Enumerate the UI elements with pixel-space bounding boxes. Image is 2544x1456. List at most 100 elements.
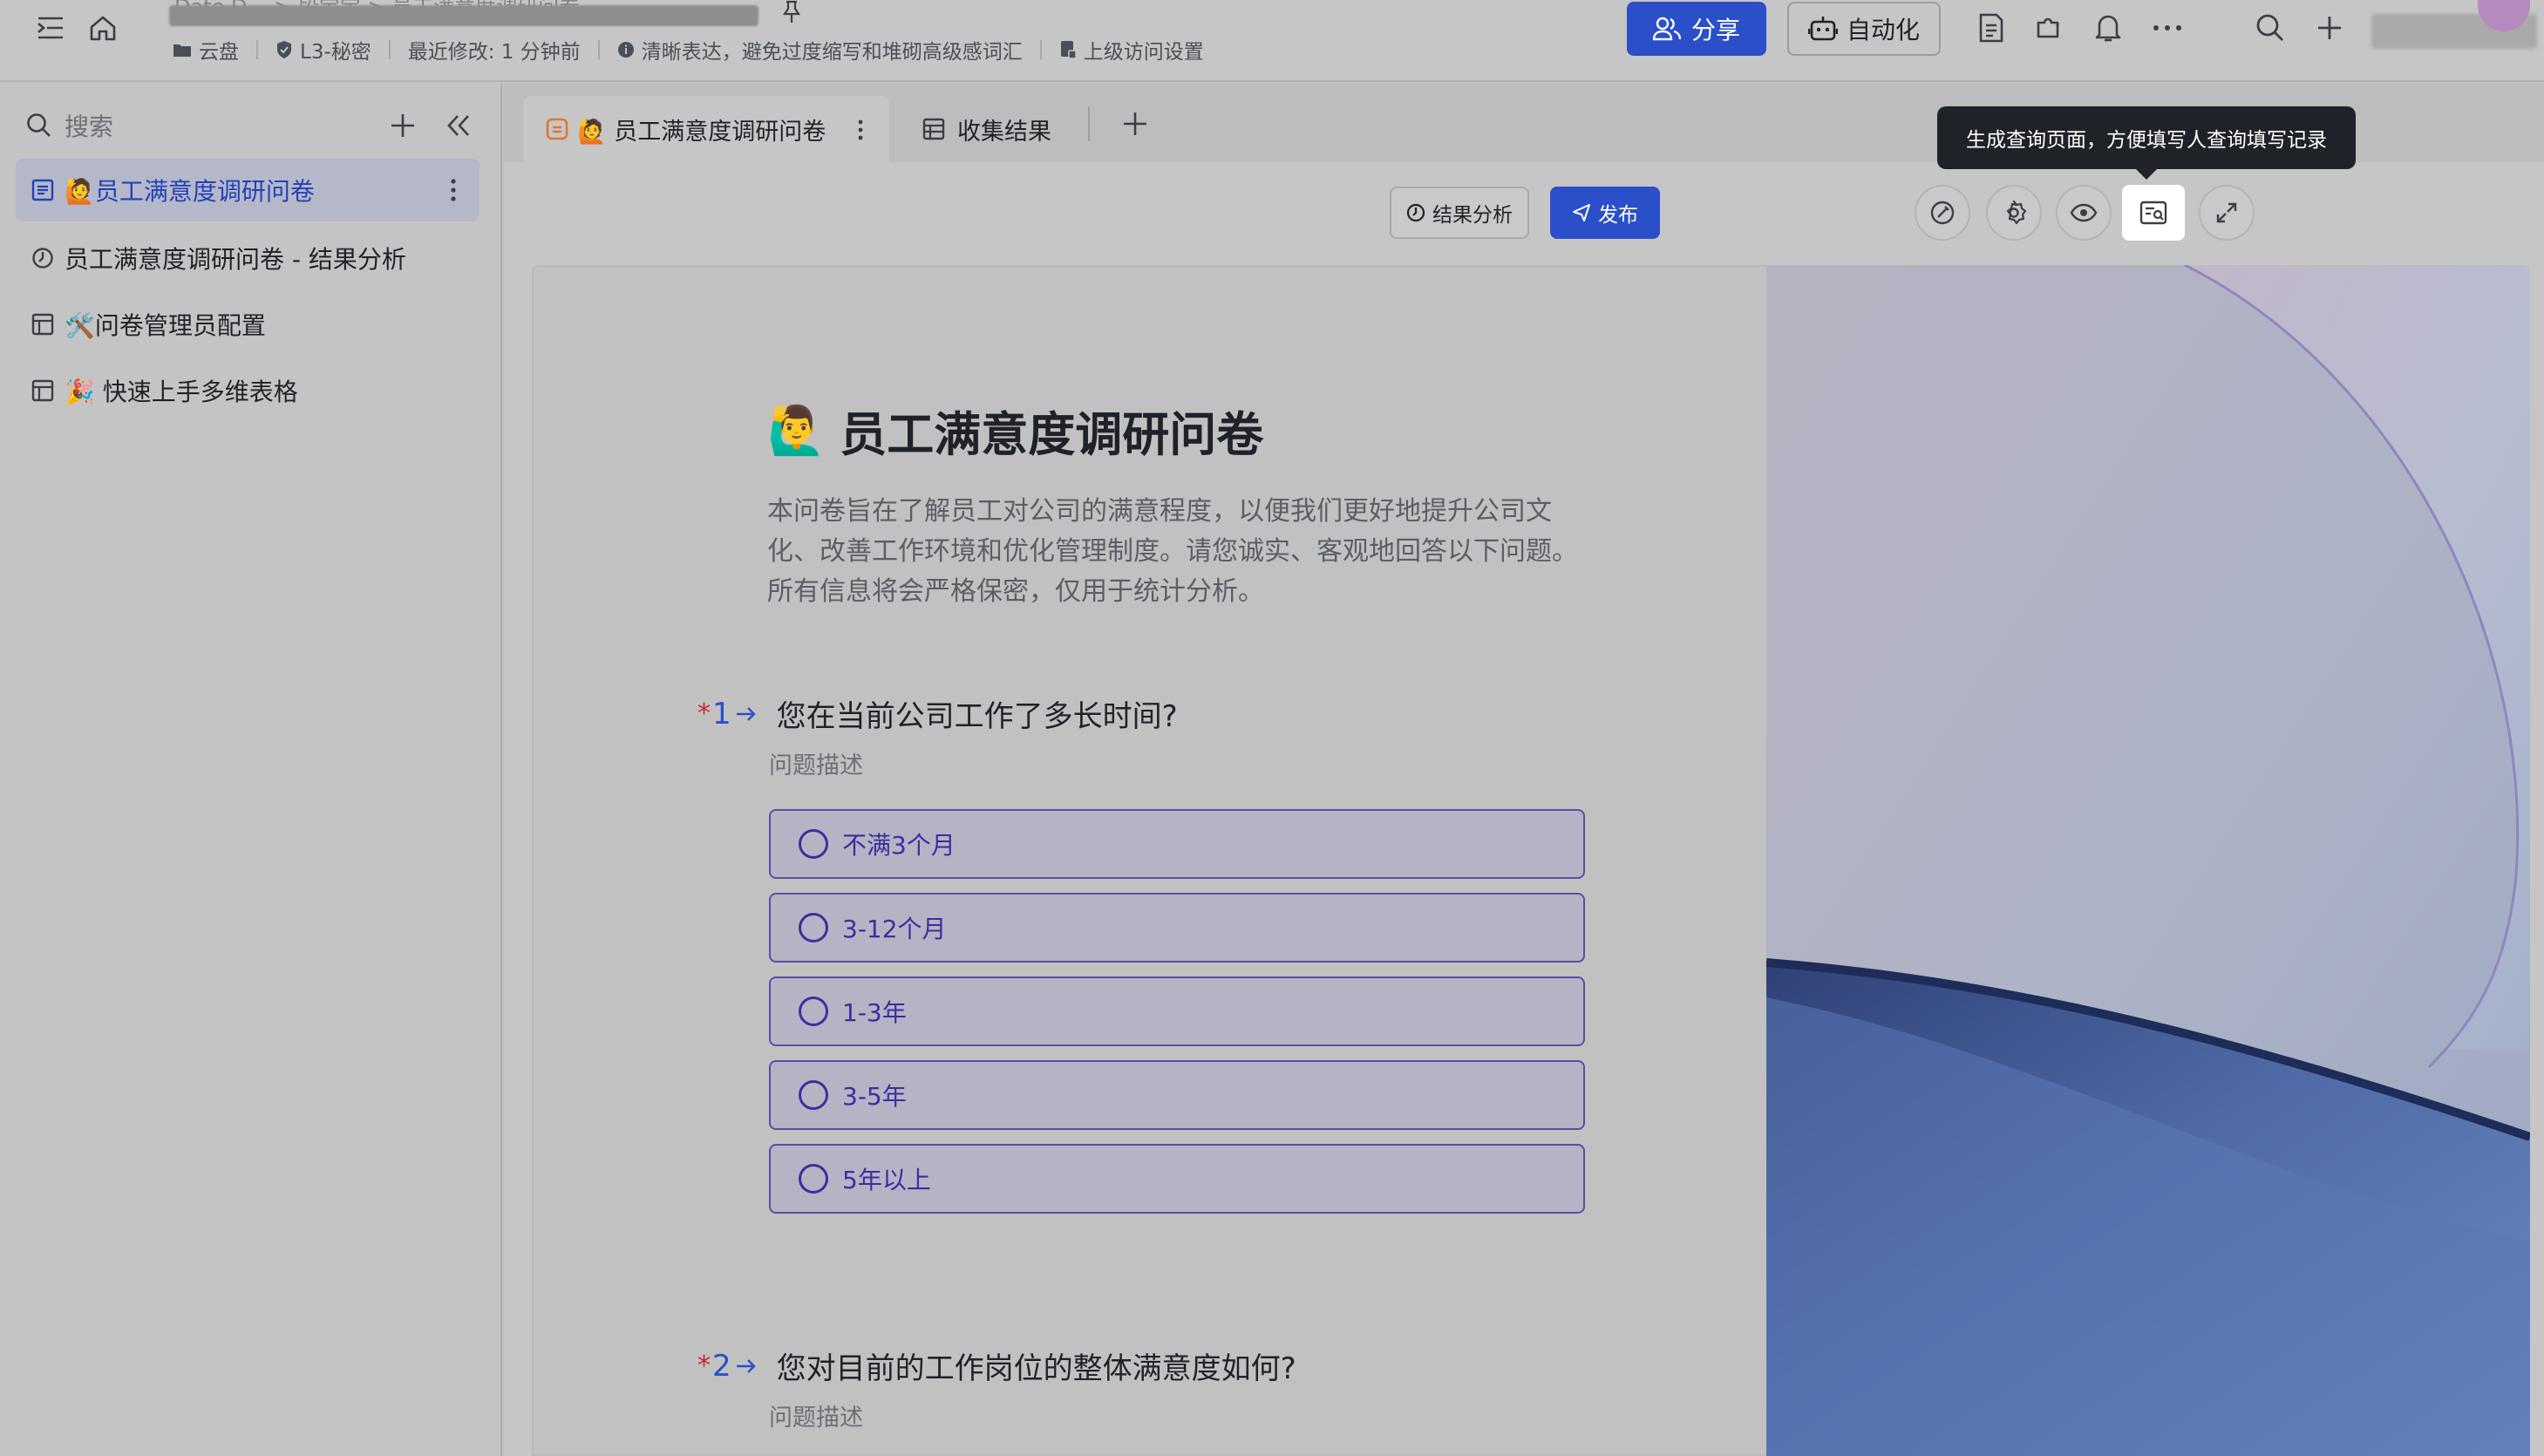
info-icon — [617, 41, 635, 58]
result-analysis-button[interactable]: 结果分析 — [1390, 187, 1529, 239]
form-cover-image — [1766, 265, 2530, 1456]
divider — [256, 40, 258, 59]
required-mark: * — [697, 1351, 711, 1381]
radio-button[interactable] — [799, 829, 828, 859]
query-page-icon[interactable] — [2122, 185, 2185, 241]
meta-location-label: 云盘 — [199, 41, 239, 64]
form-description[interactable]: 本问卷旨在了解员工对公司的满意程度，以便我们更好地提升公司文化、改善工作环境和优… — [767, 492, 1587, 612]
option-item[interactable]: 1-3年 — [769, 976, 1585, 1046]
automation-button[interactable]: 自动化 — [1787, 2, 1941, 56]
sidebar-item-label: 🙋员工满意度调研问卷 — [65, 173, 315, 208]
folder-icon — [173, 42, 192, 58]
radio-button[interactable] — [799, 913, 828, 942]
meta-location[interactable]: 云盘 — [173, 35, 239, 65]
question-description[interactable]: 问题描述 — [769, 1398, 863, 1432]
option-item[interactable]: 不满3个月 — [769, 809, 1585, 879]
sidebar-item-label: 🛠️问卷管理员配置 — [65, 307, 266, 342]
question-2-header[interactable]: * 2 您对目前的工作岗位的整体满意度如何? — [697, 1344, 1296, 1387]
top-bar: Date D... > 段宝宝 > 员工满意度调研问卷 云盘 L3-秘密 最近修… — [0, 0, 2544, 82]
more-options-icon[interactable] — [2146, 7, 2188, 49]
doc-list-icon[interactable] — [1970, 7, 2012, 49]
bell-icon[interactable] — [2087, 7, 2129, 49]
option-item[interactable]: 3-5年 — [769, 1060, 1585, 1130]
search-icon[interactable] — [2249, 7, 2291, 49]
result-analysis-label: 结果分析 — [1432, 204, 1513, 227]
plugin-icon[interactable] — [2028, 7, 2070, 49]
clock-chart-icon — [1406, 203, 1425, 222]
publish-button[interactable]: 发布 — [1550, 187, 1660, 239]
question-title: 您对目前的工作岗位的整体满意度如何? — [776, 1351, 1296, 1386]
create-icon[interactable] — [2309, 7, 2350, 49]
sidebar-item-survey-analysis[interactable]: 员工满意度调研问卷 - 结果分析 — [16, 227, 480, 289]
meta-security[interactable]: L3-秘密 — [275, 35, 371, 65]
theme-palette-icon[interactable] — [1915, 185, 1970, 241]
emoji: 🎉 — [65, 378, 95, 406]
question-1-header[interactable]: * 1 您在当前公司工作了多长时间? — [697, 692, 1178, 735]
fullscreen-icon[interactable] — [2199, 185, 2255, 241]
sidebar-item-label: 🎉 快速上手多维表格 — [65, 373, 298, 408]
divider — [597, 40, 600, 59]
preview-eye-icon[interactable] — [2056, 185, 2112, 241]
radio-button[interactable] — [799, 1080, 828, 1110]
meta-access[interactable]: 上级访问设置 — [1059, 35, 1204, 65]
add-icon[interactable] — [382, 105, 424, 146]
more-vertical-icon[interactable] — [448, 176, 459, 204]
share-button[interactable]: 分享 — [1627, 2, 1766, 56]
tab-label: 🙋 员工满意度调研问卷 — [577, 112, 826, 146]
meta-notice[interactable]: 清晰表达，避免过度缩写和堆砌高级感词汇 — [617, 35, 1023, 65]
meta-security-label: L3-秘密 — [300, 41, 371, 64]
emoji: 🙋 — [577, 118, 607, 146]
option-label: 3-12个月 — [842, 915, 947, 943]
option-label: 3-5年 — [842, 1082, 907, 1111]
dashboard-icon — [31, 247, 54, 269]
question-description[interactable]: 问题描述 — [769, 746, 863, 780]
form-title[interactable]: 🙋‍♂️ 员工满意度调研问卷 — [767, 396, 1263, 465]
automation-button-label: 自动化 — [1846, 16, 1920, 44]
form-icon — [546, 118, 568, 140]
emoji: 🙋 — [65, 177, 95, 206]
option-item[interactable]: 3-12个月 — [769, 893, 1585, 963]
sidebar-search-placeholder: 搜索 — [65, 112, 114, 141]
sidebar-search[interactable]: 搜索 — [26, 108, 113, 143]
form-icon — [31, 179, 54, 201]
radio-button[interactable] — [799, 1164, 828, 1194]
option-label: 不满3个月 — [842, 831, 956, 860]
option-label: 1-3年 — [842, 998, 907, 1027]
divider — [1088, 106, 1090, 141]
settings-gear-icon[interactable] — [1986, 185, 2042, 241]
publish-label: 发布 — [1598, 204, 1638, 227]
send-icon — [1572, 203, 1591, 222]
title-emoji: 🙋‍♂️ — [767, 402, 826, 458]
table-icon — [922, 118, 945, 140]
sidebar-item-admin-config[interactable]: 🛠️问卷管理员配置 — [16, 293, 480, 356]
label-text: 员工满意度调研问卷 — [94, 177, 315, 206]
share-users-icon — [1652, 17, 1681, 41]
doc-meta-row: 云盘 L3-秘密 最近修改: 1 分钟前 清晰表达，避免过度缩写和堆砌高级感词汇… — [173, 35, 1204, 65]
collapse-sidebar-icon[interactable] — [438, 105, 480, 146]
redacted-breadcrumb — [169, 5, 758, 26]
arrow-right-icon — [735, 705, 758, 723]
sidebar-item-survey-form[interactable]: 🙋员工满意度调研问卷 — [16, 159, 480, 221]
add-view-icon[interactable] — [1118, 106, 1153, 141]
table-icon — [31, 379, 54, 402]
more-vertical-icon[interactable] — [856, 117, 865, 143]
home-icon[interactable] — [82, 7, 124, 49]
survey-form-card: 🙋‍♂️ 员工满意度调研问卷 本问卷旨在了解员工对公司的满意程度，以便我们更好地… — [532, 265, 1779, 1456]
sidebar-item-quickstart[interactable]: 🎉 快速上手多维表格 — [16, 359, 480, 422]
meta-access-label: 上级访问设置 — [1083, 41, 1204, 64]
toggle-sidebar-icon[interactable] — [30, 7, 71, 49]
pin-icon[interactable] — [776, 0, 807, 23]
meta-notice-label: 清晰表达，避免过度缩写和堆砌高级感词汇 — [641, 41, 1023, 64]
sidebar-item-label: 员工满意度调研问卷 - 结果分析 — [65, 245, 406, 274]
tooltip: 生成查询页面，方便填写人查询填写记录 — [1937, 106, 2356, 180]
radio-button[interactable] — [799, 997, 828, 1026]
tab-collected-results[interactable]: 收集结果 — [922, 96, 1051, 162]
divider — [1039, 40, 1042, 59]
share-button-label: 分享 — [1690, 16, 1740, 44]
label-text: 问卷管理员配置 — [94, 311, 266, 340]
tab-label: 收集结果 — [957, 118, 1051, 146]
option-item[interactable]: 5年以上 — [769, 1144, 1585, 1214]
tab-survey-form[interactable]: 🙋 员工满意度调研问卷 — [523, 96, 889, 162]
shield-icon — [275, 40, 293, 59]
question-number: 2 — [712, 1348, 731, 1384]
